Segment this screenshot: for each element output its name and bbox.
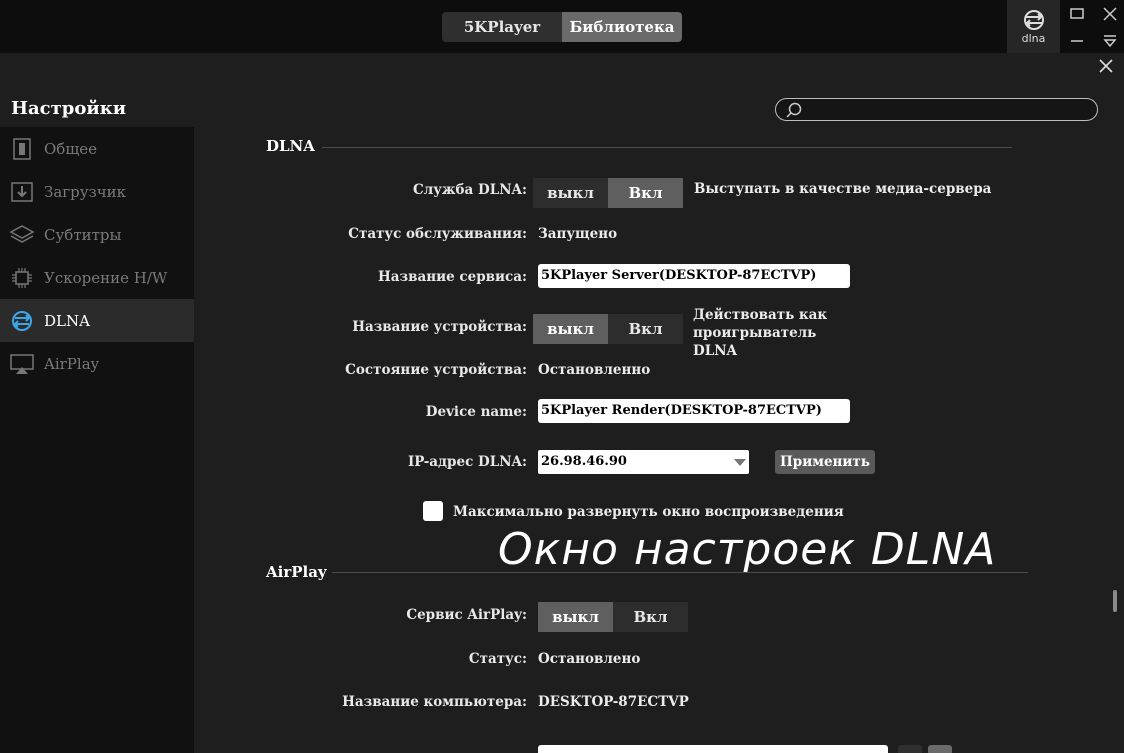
dlna-service-description: Выступать в качестве медиа-сервера: [694, 181, 992, 197]
device-name-field[interactable]: 5KPlayer Render(DESKTOP-87ECTVP): [538, 399, 850, 423]
maximize-checkbox[interactable]: [423, 501, 443, 521]
device-state-value: Остановленно: [538, 362, 651, 378]
service-status-label: Статус обслуживания:: [348, 226, 527, 242]
device-toggle: выкл Вкл: [533, 314, 683, 344]
close-settings-icon[interactable]: [1098, 58, 1118, 78]
device-label: Название устройства:: [352, 319, 527, 335]
scrollbar-thumb[interactable]: [1113, 590, 1117, 612]
sidebar-item-label: Общее: [44, 139, 98, 158]
device-name-label: Device name:: [425, 404, 527, 420]
service-name-field[interactable]: 5KPlayer Server(DESKTOP-87ECTVP): [538, 264, 850, 288]
sidebar-item-label: Субтитры: [44, 225, 122, 244]
chevron-down-icon: [734, 459, 746, 466]
computer-name-value: DESKTOP-87ECTVP: [538, 694, 689, 710]
dlna-icon: [1023, 9, 1044, 30]
general-icon: [13, 137, 31, 160]
overlay-caption: Окно настроек DLNA: [498, 524, 997, 575]
dlna-service-toggle: выкл Вкл: [533, 178, 683, 208]
layers-icon: [9, 224, 35, 243]
service-name-label: Название сервиса:: [377, 269, 527, 285]
close-window-icon[interactable]: [1101, 5, 1119, 23]
dlna-label: dlna: [1021, 31, 1046, 45]
sidebar-item-airplay[interactable]: AirPlay: [0, 342, 194, 385]
ip-address-select[interactable]: 26.98.46.90: [538, 450, 749, 474]
airplay-off-button[interactable]: выкл: [538, 602, 613, 632]
airplay-status-value: Остановлено: [538, 651, 641, 667]
dlna-service-off-button[interactable]: выкл: [533, 178, 608, 208]
device-description-line1: Действовать как: [693, 307, 828, 323]
device-on-button[interactable]: Вкл: [608, 314, 683, 344]
section-divider: [322, 147, 1012, 148]
airplay-service-label: Сервис AirPlay:: [406, 607, 527, 623]
airplay-status-label: Статус:: [468, 651, 527, 667]
small-button[interactable]: [898, 745, 922, 753]
device-off-button[interactable]: выкл: [533, 314, 608, 344]
dlna-icon: [12, 310, 32, 331]
sidebar-item-label: AirPlay: [44, 354, 100, 373]
minimize-bar-icon[interactable]: [1068, 32, 1086, 50]
ip-address-label: IP-адрес DLNA:: [407, 454, 527, 470]
chip-icon: [12, 267, 32, 288]
settings-title: Настройки: [11, 98, 127, 119]
dropdown-menu-icon[interactable]: [1101, 32, 1119, 50]
download-icon: [11, 181, 33, 202]
tab-5kplayer[interactable]: 5KPlayer: [442, 12, 562, 42]
settings-content: [194, 127, 1114, 753]
sidebar: Общее Загрузчик Субтитры Ускорение H/W D…: [0, 127, 194, 753]
sidebar-item-general[interactable]: Общее: [0, 127, 194, 170]
sidebar-item-subtitles[interactable]: Субтитры: [0, 213, 194, 256]
service-status-value: Запущено: [538, 226, 618, 242]
sidebar-item-dlna[interactable]: DLNA: [0, 299, 194, 342]
search-input[interactable]: [775, 98, 1098, 121]
search-icon: [786, 102, 802, 118]
airplay-service-toggle: выкл Вкл: [538, 602, 688, 632]
small-button[interactable]: [928, 745, 952, 753]
sidebar-item-hw-acceleration[interactable]: Ускорение H/W: [0, 256, 194, 299]
airplay-extra-field[interactable]: [538, 745, 888, 753]
device-description-line2: проигрыватель: [693, 325, 817, 341]
dlna-button[interactable]: dlna: [1007, 0, 1060, 53]
airplay-section-heading: AirPlay: [266, 563, 327, 581]
dlna-section-heading: DLNA: [266, 137, 315, 155]
dlna-service-on-button[interactable]: Вкл: [608, 178, 683, 208]
sidebar-item-label: Ускорение H/W: [44, 268, 168, 287]
device-description-line3: DLNA: [693, 343, 738, 359]
device-state-label: Состояние устройства:: [345, 362, 527, 378]
airplay-on-button[interactable]: Вкл: [613, 602, 688, 632]
minimize-icon[interactable]: [1068, 5, 1086, 23]
sidebar-item-label: Загрузчик: [44, 182, 127, 201]
computer-name-label: Название компьютера:: [342, 694, 527, 710]
sidebar-item-downloader[interactable]: Загрузчик: [0, 170, 194, 213]
ip-address-value: 26.98.46.90: [541, 454, 627, 469]
top-bar: 5KPlayer Библиотека dlna: [0, 0, 1124, 53]
airplay-icon: [10, 353, 34, 374]
sidebar-item-label: DLNA: [44, 311, 90, 330]
tab-library[interactable]: Библиотека: [562, 12, 682, 42]
section-divider: [332, 572, 1028, 573]
dlna-service-label: Служба DLNA:: [413, 182, 527, 198]
apply-button[interactable]: Применить: [775, 450, 875, 474]
maximize-label: Максимально развернуть окно воспроизведе…: [453, 504, 844, 520]
top-tabs: 5KPlayer Библиотека: [442, 12, 682, 42]
